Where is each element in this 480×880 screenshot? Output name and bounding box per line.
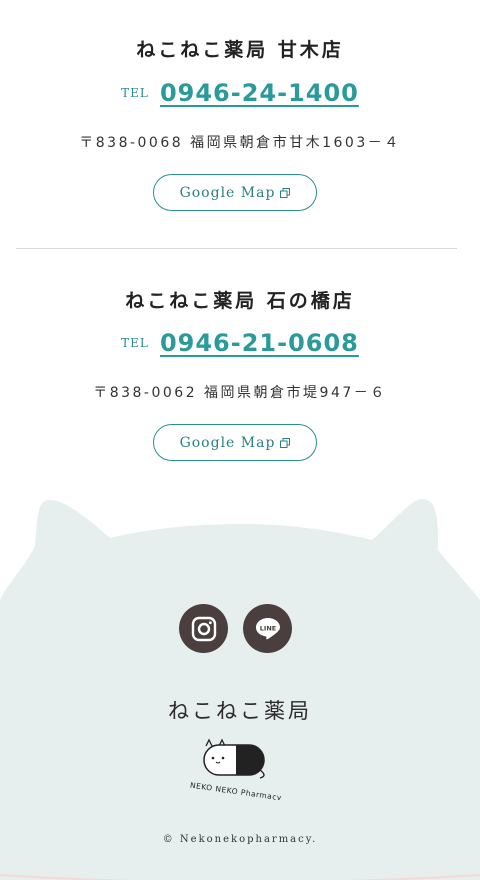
tel-link[interactable]: 0946-24-1400 — [160, 79, 359, 107]
tel-label: TEL — [121, 86, 149, 100]
line-icon-text: LINE — [259, 624, 275, 632]
line-icon: LINE — [255, 617, 280, 639]
divider — [16, 248, 457, 249]
copyright: © Nekonekopharmacy. — [162, 834, 318, 845]
store-address: 〒838-0068 福岡県朝倉市甘木1603－４ — [79, 135, 401, 151]
line-button[interactable]: LINE — [243, 604, 292, 653]
instagram-icon — [191, 616, 216, 641]
instagram-button[interactable] — [179, 604, 228, 653]
logo-text: NEKO NEKO Pharmacy — [189, 781, 282, 800]
footer-cat-background — [0, 499, 480, 880]
tel-link[interactable]: 0946-21-0608 — [160, 329, 359, 357]
external-link-icon — [280, 437, 291, 448]
google-map-label: Google Map — [179, 184, 276, 201]
external-link-icon — [280, 187, 291, 198]
tel-row: TEL 0946-21-0608 — [0, 329, 480, 357]
store-name: ねこねこ薬局 甘木店 — [136, 39, 344, 61]
tel-label: TEL — [121, 336, 149, 350]
store-name: ねこねこ薬局 石の橋店 — [125, 290, 355, 312]
google-map-button[interactable]: Google Map — [153, 424, 317, 461]
footer-brand-name: ねこねこ薬局 — [168, 699, 312, 723]
store-address: 〒838-0062 福岡県朝倉市堤947－６ — [93, 385, 387, 401]
google-map-button[interactable]: Google Map — [153, 174, 317, 211]
tel-row: TEL 0946-24-1400 — [0, 79, 480, 107]
neko-neko-logo: NEKO NEKO Pharmacy — [189, 738, 282, 800]
google-map-label: Google Map — [179, 434, 276, 451]
